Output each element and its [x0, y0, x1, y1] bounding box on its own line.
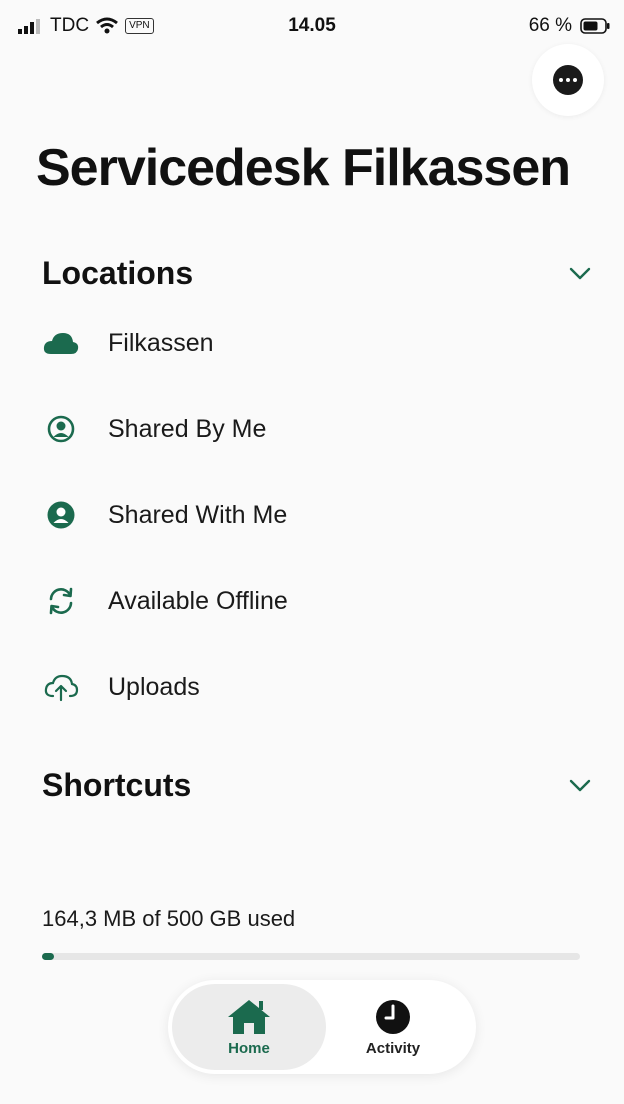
user-outline-icon [42, 410, 80, 448]
sync-icon [42, 582, 80, 620]
chevron-down-icon [569, 779, 591, 792]
bottom-tab-bar: Home Activity [168, 980, 476, 1074]
location-item-shared-by-me[interactable]: Shared By Me [42, 399, 582, 459]
tab-activity-label: Activity [365, 1039, 421, 1057]
location-label: Shared By Me [108, 414, 267, 443]
location-label: Available Offline [108, 586, 288, 615]
cloud-icon [42, 324, 80, 362]
tab-activity[interactable]: Activity [316, 984, 470, 1070]
cloud-upload-icon [42, 668, 80, 706]
clock-icon [376, 999, 410, 1034]
page-title: Servicedesk Filkassen [36, 139, 571, 197]
location-label: Shared With Me [108, 500, 288, 529]
tab-home-label: Home [228, 1039, 270, 1057]
user-filled-icon [42, 496, 80, 534]
storage-usage-text: 164,3 MB of 500 GB used [42, 906, 296, 931]
home-icon [228, 999, 270, 1034]
battery-percent: 66 % [528, 15, 572, 36]
location-item-shared-with-me[interactable]: Shared With Me [42, 485, 582, 545]
ellipsis-circle-icon [553, 65, 583, 95]
location-label: Filkassen [108, 328, 214, 357]
location-label: Uploads [108, 672, 200, 701]
locations-section-header[interactable]: Locations [42, 245, 594, 301]
location-item-uploads[interactable]: Uploads [42, 657, 582, 717]
tab-home[interactable]: Home [172, 984, 326, 1070]
battery-icon [580, 18, 610, 34]
shortcuts-title: Shortcuts [42, 766, 192, 803]
storage-progress-fill [42, 953, 54, 960]
chevron-down-icon [569, 267, 591, 280]
location-item-available-offline[interactable]: Available Offline [42, 571, 582, 631]
status-bar: TDC VPN 14.05 66 % [0, 0, 624, 56]
storage-progress-bar [42, 953, 580, 960]
locations-title: Locations [42, 254, 194, 291]
status-right: 66 % [529, 15, 610, 37]
shortcuts-section-header[interactable]: Shortcuts [42, 757, 594, 813]
location-item-filkassen[interactable]: Filkassen [42, 313, 582, 373]
more-options-button[interactable] [532, 44, 604, 116]
